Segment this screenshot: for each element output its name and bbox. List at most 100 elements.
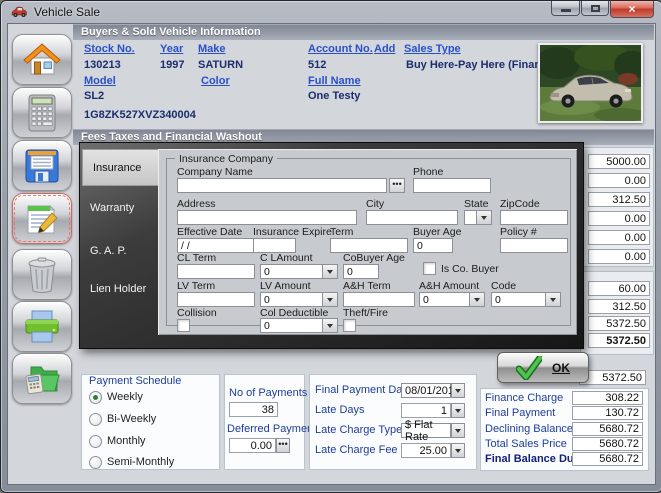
maximize-button[interactable] <box>581 1 609 16</box>
edit-sale-button[interactable] <box>12 193 72 244</box>
col-deductible-combo[interactable]: 0 <box>260 318 338 333</box>
radio-bi-weekly-label[interactable]: Bi-Weekly <box>107 413 156 425</box>
tab-warranty[interactable]: Warranty <box>90 202 134 214</box>
washout-value[interactable]: 0.00 <box>588 249 650 264</box>
stock-no-label[interactable]: Stock No. <box>84 43 135 55</box>
state-combo[interactable] <box>464 210 492 225</box>
final-payment-date-dropdown[interactable] <box>451 383 465 398</box>
tab-insurance[interactable]: Insurance <box>82 149 158 186</box>
cl-amount-label: C LAmount <box>260 252 313 264</box>
radio-bi-weekly[interactable] <box>89 413 102 426</box>
no-of-payments-input[interactable]: 38 <box>229 402 278 417</box>
code-combo[interactable]: 0 <box>491 292 561 307</box>
lv-amount-dropdown-arrow[interactable] <box>322 293 337 306</box>
minimize-button[interactable] <box>551 1 580 16</box>
state-dropdown-arrow[interactable] <box>476 211 491 224</box>
year-label[interactable]: Year <box>160 43 183 55</box>
company-lookup-button[interactable]: ••• <box>389 178 405 193</box>
company-name-input[interactable] <box>177 178 387 193</box>
make-label[interactable]: Make <box>198 43 226 55</box>
cl-term-input[interactable] <box>177 264 255 279</box>
code-label: Code <box>491 280 516 292</box>
policy-no-label: Policy # <box>500 226 537 238</box>
late-charge-type-dropdown[interactable] <box>451 423 465 438</box>
final-payment-value[interactable]: 130.72 <box>572 406 643 420</box>
cobuyer-age-label: CoBuyer Age <box>343 252 405 264</box>
cl-amount-combo[interactable]: 0 <box>260 264 338 279</box>
total-sales-price-value[interactable]: 5680.72 <box>572 437 643 451</box>
save-button[interactable] <box>12 140 72 191</box>
lv-term-input[interactable] <box>177 292 255 307</box>
ah-amount-combo[interactable]: 0 <box>419 292 485 307</box>
radio-monthly-label[interactable]: Monthly <box>107 435 146 447</box>
radio-semi-monthly[interactable] <box>89 456 102 469</box>
trash-icon <box>25 256 59 294</box>
amount-financed-box[interactable]: 5372.50 <box>579 370 646 385</box>
payment-schedule-title: Payment Schedule <box>89 375 181 387</box>
washout-value[interactable]: 0.00 <box>588 230 650 245</box>
lv-amount-combo[interactable]: 0 <box>260 292 338 307</box>
final-balance-due-value[interactable]: 5680.72 <box>572 452 643 466</box>
year-value: 1997 <box>160 59 184 71</box>
term-input[interactable] <box>330 238 408 253</box>
calculator-button[interactable] <box>12 87 72 138</box>
zipcode-input[interactable] <box>500 210 568 225</box>
vehicle-sale-window: Vehicle Sale × <box>0 0 661 493</box>
phone-input[interactable] <box>413 178 491 193</box>
washout-value[interactable]: 5000.00 <box>588 154 650 169</box>
radio-weekly[interactable] <box>89 391 102 404</box>
sales-type-value: Buy Here-Pay Here (Finance) <box>406 59 557 71</box>
home-button[interactable] <box>12 34 72 85</box>
add-link[interactable]: Add <box>374 43 395 55</box>
collision-checkbox[interactable] <box>177 319 190 332</box>
tab-gap[interactable]: G. A. P. <box>90 245 127 257</box>
cl-amount-dropdown-arrow[interactable] <box>322 265 337 278</box>
late-charge-fee-input[interactable]: 25.00 <box>401 443 451 458</box>
is-co-buyer-checkbox[interactable] <box>423 262 436 275</box>
declining-balance-value[interactable]: 5680.72 <box>572 422 643 436</box>
code-dropdown-arrow[interactable] <box>545 293 560 306</box>
ah-amount-dropdown-arrow[interactable] <box>469 293 484 306</box>
insurance-expire-combo[interactable] <box>253 238 296 253</box>
washout-value[interactable]: 312.50 <box>588 192 650 207</box>
buyer-age-input[interactable]: 0 <box>413 238 453 253</box>
radio-monthly[interactable] <box>89 435 102 448</box>
late-days-dropdown[interactable] <box>451 403 465 418</box>
radio-weekly-label[interactable]: Weekly <box>107 391 143 403</box>
city-input[interactable] <box>366 210 458 225</box>
reports-button[interactable] <box>12 353 72 404</box>
titlebar[interactable]: Vehicle Sale × <box>1 1 661 23</box>
theft-fire-checkbox[interactable] <box>343 319 356 332</box>
cobuyer-age-input[interactable]: 0 <box>343 264 379 279</box>
washout-value[interactable]: 0.00 <box>588 211 650 226</box>
final-payment-date-combo[interactable]: 08/01/2013 <box>401 383 451 398</box>
print-button[interactable] <box>12 301 72 352</box>
policy-no-input[interactable] <box>500 238 568 253</box>
washout-value[interactable]: 312.50 <box>588 299 650 314</box>
washout-value[interactable]: 60.00 <box>588 281 650 296</box>
deferred-payments-lookup-button[interactable]: ••• <box>276 438 290 453</box>
account-no-label[interactable]: Account No. <box>308 43 373 55</box>
ah-term-input[interactable] <box>343 292 415 307</box>
finance-charge-value[interactable]: 308.22 <box>572 391 643 405</box>
ok-button[interactable]: OK <box>497 352 589 383</box>
address-input[interactable] <box>177 210 357 225</box>
late-charge-type-combo[interactable]: $ Flat Rate <box>401 423 451 438</box>
washout-value[interactable]: 5372.50 <box>588 316 650 331</box>
close-button[interactable]: × <box>610 1 654 18</box>
deferred-payments-input[interactable]: 0.00 <box>229 438 276 453</box>
col-deductible-dropdown-arrow[interactable] <box>322 319 337 332</box>
full-name-label[interactable]: Full Name <box>308 75 361 87</box>
model-label[interactable]: Model <box>84 75 116 87</box>
declining-balance-label: Declining Balance <box>485 423 573 435</box>
ah-amount-label: A&H Amount <box>419 280 479 292</box>
washout-value[interactable]: 0.00 <box>588 173 650 188</box>
late-charge-fee-dropdown[interactable] <box>451 443 465 458</box>
washout-total[interactable]: 5372.50 <box>588 333 650 348</box>
tab-lien-holder[interactable]: Lien Holder <box>90 283 146 295</box>
radio-semi-monthly-label[interactable]: Semi-Monthly <box>107 456 174 468</box>
delete-button[interactable] <box>12 249 72 300</box>
late-days-input[interactable]: 1 <box>401 403 451 418</box>
color-label[interactable]: Color <box>201 75 230 87</box>
sales-type-label[interactable]: Sales Type <box>404 43 461 55</box>
